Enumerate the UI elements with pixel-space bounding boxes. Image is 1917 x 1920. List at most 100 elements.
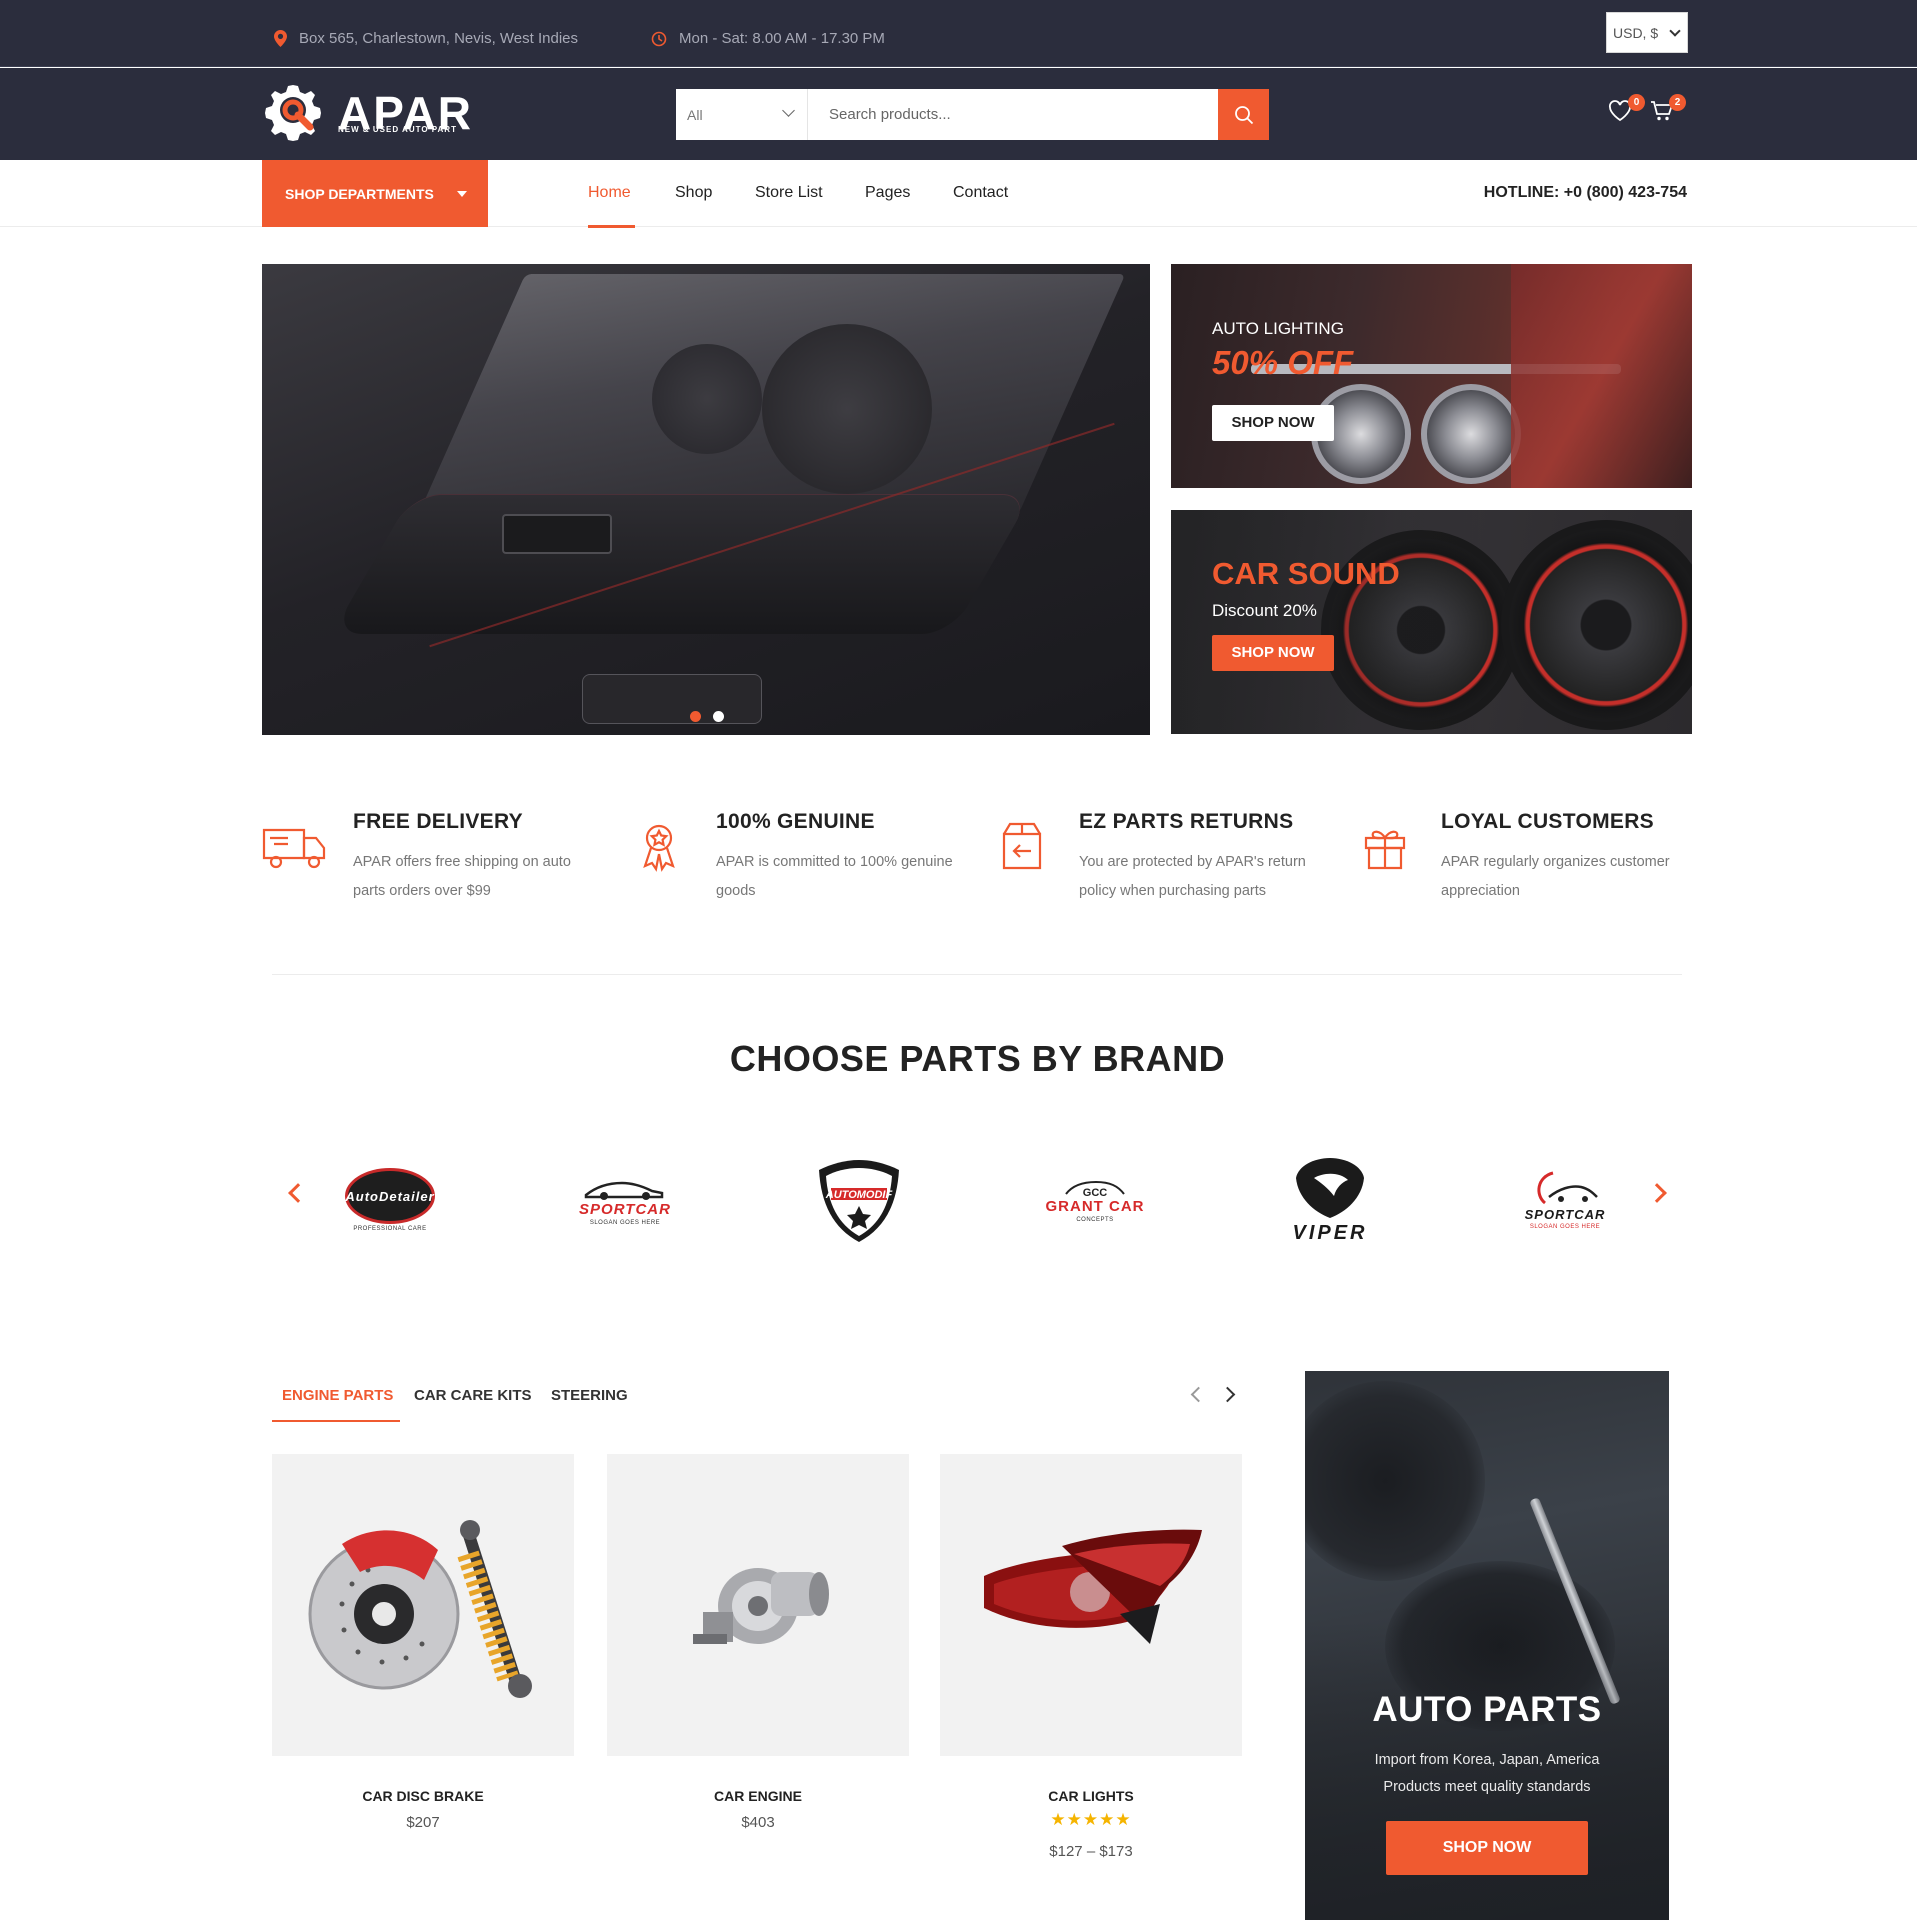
feature-desc-loyal: APAR regularly organizes customer apprec… <box>1441 854 1670 899</box>
feature-desc-returns: You are protected by APAR's return polic… <box>1079 854 1306 899</box>
brand-badge: AutoDetailer <box>345 1168 435 1224</box>
feature-title-loyal: LOYAL CUSTOMERS <box>1441 810 1654 833</box>
promo2-title: CAR SOUND <box>1212 556 1400 591</box>
hero-speaker-tweeter <box>652 344 762 454</box>
cart-count-badge: 2 <box>1669 94 1686 111</box>
brands-prev-arrow-icon[interactable] <box>288 1183 308 1203</box>
brand-name: AUTOMODIF <box>825 1189 893 1201</box>
hero-slider[interactable] <box>262 264 1150 735</box>
product-price-disc-brake: $207 <box>406 1814 440 1831</box>
nav-link-store-list[interactable]: Store List <box>755 184 823 202</box>
feature-desc-delivery: APAR offers free shipping on auto parts … <box>353 854 571 899</box>
nav-link-home[interactable]: Home <box>588 184 631 202</box>
product-name-engine[interactable]: CAR ENGINE <box>607 1788 909 1804</box>
shop-departments-button[interactable]: SHOP DEPARTMENTS <box>262 160 488 227</box>
feature-title-genuine: 100% GENUINE <box>716 810 875 833</box>
logo-tagline: NEW & USED AUTO PART <box>338 125 457 134</box>
cart-button[interactable]: 2 <box>1650 94 1686 127</box>
brands-section-title: CHOOSE PARTS BY BRAND <box>729 1038 1226 1079</box>
feature-title-delivery: FREE DELIVERY <box>353 810 523 833</box>
brands-next-arrow-icon[interactable] <box>1647 1183 1667 1203</box>
brand-subtitle: SLOGAN GOES HERE <box>1529 1223 1601 1230</box>
promo1-label: AUTO LIGHTING <box>1212 319 1344 338</box>
nav-link-shop[interactable]: Shop <box>675 184 712 202</box>
product-image-lights[interactable] <box>940 1454 1242 1756</box>
search-category-select[interactable]: All <box>676 89 808 140</box>
promo1-shop-now-button[interactable]: SHOP NOW <box>1212 405 1334 441</box>
brand-subtitle: PROFESSIONAL CARE <box>353 1226 427 1232</box>
search-button[interactable] <box>1218 89 1269 140</box>
feature-title-returns: EZ PARTS RETURNS <box>1079 810 1294 833</box>
product-name-disc-brake[interactable]: CAR DISC BRAKE <box>272 1788 574 1804</box>
currency-value: USD, $ <box>1613 25 1659 41</box>
promo1-discount: 50% OFF <box>1212 344 1354 381</box>
products-next-icon[interactable] <box>1219 1386 1236 1403</box>
search-input[interactable] <box>808 89 1218 140</box>
section-divider <box>272 974 1682 975</box>
promo-auto-lighting[interactable]: AUTO LIGHTING 50% OFF SHOP NOW <box>1171 264 1692 488</box>
brand-logo-sportcar[interactable]: SPORTCAR SLOGAN GOES HERE <box>560 1145 690 1255</box>
car-fender <box>1511 264 1692 488</box>
nav-link-pages[interactable]: Pages <box>865 184 910 202</box>
feature-desc-genuine: APAR is committed to 100% genuine goods <box>716 854 953 899</box>
tab-steering[interactable]: STEERING <box>551 1387 628 1404</box>
side-banner-line-1: Import from Korea, Japan, America <box>1374 1752 1600 1768</box>
hero-seat-switch <box>582 674 762 724</box>
shop-departments-label: SHOP DEPARTMENTS <box>285 186 434 202</box>
banner-sleeve <box>1305 1381 1485 1581</box>
side-banner-title: AUTO PARTS <box>1372 1690 1602 1729</box>
delivery-truck-icon <box>262 828 326 869</box>
tab-car-care-kits[interactable]: CAR CARE KITS <box>414 1387 532 1404</box>
slider-dot-1[interactable] <box>690 711 701 722</box>
tab-engine-parts[interactable]: ENGINE PARTS <box>282 1387 393 1404</box>
location-pin-icon <box>274 30 287 47</box>
products-prev-icon[interactable] <box>1190 1386 1207 1403</box>
product-price-lights: $127 – $173 <box>1049 1843 1133 1860</box>
banner-overlay <box>1305 1621 1669 1920</box>
address-info: Box 565, Charlestown, Nevis, West Indies <box>274 30 578 47</box>
wishlist-button[interactable]: 0 <box>1608 94 1645 127</box>
product-price-engine: $403 <box>741 1814 775 1831</box>
promo2-shop-now-button[interactable]: SHOP NOW <box>1212 635 1334 671</box>
side-banner-line-2: Products meet quality standards <box>1383 1779 1591 1795</box>
brand-logo-autodetailer[interactable]: AutoDetailer PROFESSIONAL CARE <box>325 1145 455 1255</box>
disc-brake-illustration <box>308 1520 532 1698</box>
hours-info: Mon - Sat: 8.00 AM - 17.30 PM <box>651 30 885 47</box>
return-box-icon <box>1002 822 1042 870</box>
brand-logo-grant-car[interactable]: GCC GRANT CAR CONCEPTS <box>1030 1145 1160 1255</box>
brand-name: GRANT CAR <box>1045 1197 1145 1215</box>
hero-window-switch <box>502 514 612 554</box>
slider-dot-2[interactable] <box>713 711 724 722</box>
brand-subtitle: CONCEPTS <box>1076 1216 1114 1223</box>
promo-car-sound[interactable]: CAR SOUND Discount 20% SHOP NOW <box>1171 510 1692 734</box>
turbo-illustration <box>693 1568 829 1644</box>
brand-logo-automodif[interactable]: AUTOMODIF <box>794 1145 924 1255</box>
sportcar-silhouette-icon <box>584 1181 664 1200</box>
gcc-car-icon: GCC <box>1065 1180 1125 1198</box>
chevron-down-icon <box>782 104 795 117</box>
hours-text: Mon - Sat: 8.00 AM - 17.30 PM <box>679 30 885 47</box>
caret-down-icon <box>457 191 467 197</box>
wishlist-count-badge: 0 <box>1628 94 1645 111</box>
hotline-text: HOTLINE: +0 (800) 423-754 <box>1483 184 1687 201</box>
product-image-engine[interactable] <box>607 1454 909 1756</box>
award-ribbon-icon <box>643 824 675 872</box>
brand-name: AutoDetailer <box>345 1188 435 1204</box>
side-banner-shop-now-button[interactable]: SHOP NOW <box>1386 1821 1588 1875</box>
brand-logo-viper[interactable]: VIPER <box>1265 1145 1395 1255</box>
product-rating-stars: ★★★★★ <box>1050 1810 1132 1829</box>
brand-name: VIPER <box>1292 1221 1368 1244</box>
address-text: Box 565, Charlestown, Nevis, West Indies <box>299 30 579 47</box>
brand-name: SPORTCAR <box>1524 1206 1606 1222</box>
promo2-overlay <box>1171 510 1692 734</box>
headlamp-image-2 <box>1421 384 1521 484</box>
product-image-disc-brake[interactable] <box>272 1454 574 1756</box>
nav-link-contact[interactable]: Contact <box>953 184 1008 202</box>
brand-logo-sportcar-2[interactable]: SPORTCAR SLOGAN GOES HERE <box>1500 1145 1630 1255</box>
currency-select[interactable]: USD, $ <box>1606 12 1688 53</box>
logo-gear-icon[interactable] <box>262 79 324 141</box>
viper-snake-icon <box>1296 1157 1364 1218</box>
product-name-lights[interactable]: CAR LIGHTS <box>940 1788 1242 1804</box>
chevron-down-icon <box>1669 25 1681 37</box>
gift-icon <box>1364 830 1406 870</box>
